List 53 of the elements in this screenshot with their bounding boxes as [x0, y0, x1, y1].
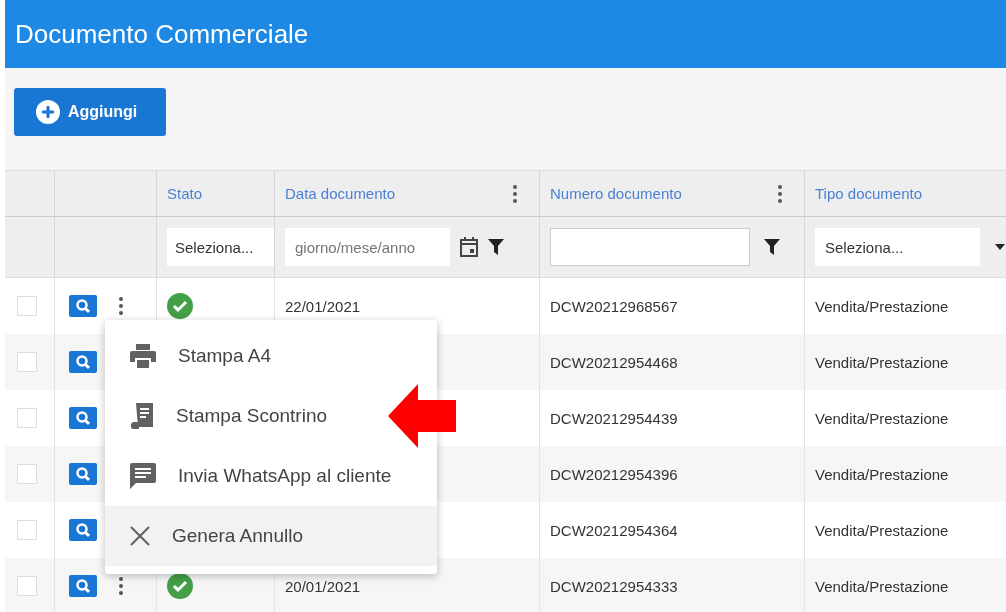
- message-icon: [130, 463, 156, 489]
- more-icon[interactable]: [119, 577, 123, 595]
- printer-icon: [130, 344, 156, 368]
- status-filter[interactable]: Seleziona...: [167, 228, 274, 266]
- column-header[interactable]: Data documento: [285, 185, 396, 202]
- menu-item[interactable]: Stampa Scontrino: [105, 386, 338, 446]
- number-cell: DCW20212954364: [550, 521, 678, 539]
- page-title: Documento Commerciale: [15, 18, 309, 50]
- row-checkbox[interactable]: [17, 520, 37, 540]
- number-cell: DCW20212954439: [550, 409, 678, 427]
- number-cell: DCW20212968567: [550, 297, 678, 315]
- row-checkbox[interactable]: [17, 352, 37, 372]
- menu-item[interactable]: Invia WhatsApp al cliente: [105, 446, 402, 506]
- type-cell: Vendita/Prestazione: [815, 465, 949, 483]
- plus-icon: [36, 100, 60, 124]
- menu-item[interactable]: Genera Annullo: [105, 506, 437, 566]
- row-checkbox[interactable]: [17, 408, 37, 428]
- filter-icon[interactable]: [764, 239, 780, 255]
- row-checkbox[interactable]: [17, 464, 37, 484]
- number-cell: DCW20212954396: [550, 465, 678, 483]
- search-icon[interactable]: [69, 463, 97, 485]
- type-cell: Vendita/Prestazione: [815, 353, 949, 371]
- type-filter[interactable]: Seleziona...: [815, 228, 980, 266]
- date-cell: 22/01/2021: [285, 297, 361, 315]
- search-icon[interactable]: [69, 519, 97, 541]
- type-cell: Vendita/Prestazione: [815, 297, 949, 315]
- add-button[interactable]: Aggiungi: [14, 88, 166, 136]
- search-icon[interactable]: [69, 575, 97, 597]
- menu-item[interactable]: Stampa A4: [105, 326, 281, 386]
- search-icon[interactable]: [69, 407, 97, 429]
- pointer-arrow: [388, 384, 456, 448]
- type-cell: Vendita/Prestazione: [815, 521, 949, 539]
- search-icon[interactable]: [69, 295, 97, 317]
- row-checkbox[interactable]: [17, 576, 37, 596]
- row-checkbox[interactable]: [17, 296, 37, 316]
- dropdown-arrow-icon[interactable]: [995, 244, 1005, 250]
- close-icon: [130, 526, 150, 546]
- more-icon[interactable]: [778, 184, 782, 203]
- more-icon[interactable]: [119, 297, 123, 315]
- more-icon[interactable]: [513, 184, 517, 203]
- column-header[interactable]: Stato: [167, 185, 203, 202]
- column-header[interactable]: Numero documento: [550, 185, 682, 202]
- calendar-icon[interactable]: [460, 237, 478, 257]
- number-cell: DCW20212954333: [550, 577, 678, 595]
- search-icon[interactable]: [69, 351, 97, 373]
- date-filter-field[interactable]: giorno/mese/anno: [285, 228, 450, 266]
- type-cell: Vendita/Prestazione: [815, 409, 949, 427]
- number-cell: DCW20212954468: [550, 353, 678, 371]
- type-cell: Vendita/Prestazione: [815, 577, 949, 595]
- date-cell: 20/01/2021: [285, 577, 361, 595]
- receipt-icon: [130, 402, 154, 430]
- filter-icon[interactable]: [488, 239, 504, 255]
- number-filter-field[interactable]: [550, 228, 750, 266]
